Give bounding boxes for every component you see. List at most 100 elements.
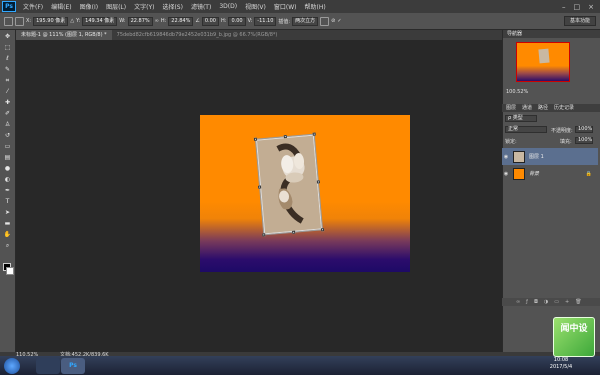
dodge-tool-icon[interactable]: ◐ [3, 176, 13, 184]
maximize-button[interactable]: □ [574, 3, 581, 11]
commit-transform-icon[interactable]: ✓ [337, 18, 341, 24]
navigator-thumbnail-layer [538, 48, 550, 64]
layer-row-background[interactable]: ◉ 背景 🔒 [502, 165, 598, 182]
transform-handle[interactable] [283, 135, 287, 139]
brush-tool-icon[interactable]: ✐ [3, 110, 13, 118]
eraser-tool-icon[interactable]: ▭ [3, 143, 13, 151]
y-label: Y: [76, 18, 81, 24]
fill-input[interactable]: 100% [575, 137, 593, 144]
menu-layer[interactable]: 图层(L) [102, 2, 130, 11]
taskbar-photoshop-icon[interactable]: Ps [61, 358, 85, 374]
tab-layers[interactable]: 图层 [506, 104, 516, 112]
healing-tool-icon[interactable]: ✚ [3, 99, 13, 107]
fx-icon[interactable]: ƒ [526, 298, 528, 306]
link-layers-icon[interactable]: ∞ [516, 298, 520, 306]
stamp-tool-icon[interactable]: ♙ [3, 121, 13, 129]
h-skew-input[interactable]: 0.00 [228, 16, 246, 26]
quick-select-tool-icon[interactable]: ✎ [3, 66, 13, 74]
shape-tool-icon[interactable]: ▬ [3, 220, 13, 228]
opacity-input[interactable]: 100% [575, 126, 593, 133]
transform-handle[interactable] [320, 228, 325, 232]
navigator-preview[interactable] [516, 42, 570, 82]
blend-mode-select[interactable]: 正常 [505, 126, 547, 133]
x-input[interactable]: 195.90 像素 [33, 16, 69, 26]
reference-point-icon[interactable] [15, 16, 24, 26]
clock-time: 10:08 [553, 357, 569, 363]
menu-window[interactable]: 窗口(W) [270, 2, 301, 11]
tools-panel: ✥ ⬚ ℓ ✎ ⌗ ⁄ ✚ ✐ ♙ ↺ ▭ ▤ ● ◐ ✒ T ➤ ▬ ✋ ⌕ [0, 30, 16, 352]
menu-edit[interactable]: 编辑(E) [47, 2, 75, 11]
delete-layer-icon[interactable]: 🗑 [575, 298, 581, 306]
transform-handle[interactable] [257, 185, 262, 189]
system-clock: 10:08 2017/5/4 [540, 357, 582, 371]
minimize-button[interactable]: – [562, 3, 566, 11]
history-brush-tool-icon[interactable]: ↺ [3, 132, 13, 140]
menu-3d[interactable]: 3D(D) [215, 3, 241, 10]
transform-bounding-box[interactable] [253, 132, 325, 237]
layer-thumbnail [513, 167, 525, 180]
navigator-panel-title[interactable]: 导航器 [503, 30, 600, 38]
new-layer-icon[interactable]: + [565, 298, 569, 306]
eyedropper-tool-icon[interactable]: ⁄ [3, 88, 13, 96]
cancel-transform-icon[interactable]: ⊘ [331, 18, 335, 24]
marquee-tool-icon[interactable]: ⬚ [3, 44, 13, 52]
tab-paths[interactable]: 路径 [538, 104, 548, 112]
menu-type[interactable]: 文字(Y) [130, 2, 158, 11]
tab-channels[interactable]: 通道 [522, 104, 532, 112]
layer-row-layer-1[interactable]: ◉ 图层 1 [502, 148, 598, 165]
blur-tool-icon[interactable]: ● [3, 165, 13, 173]
pen-tool-icon[interactable]: ✒ [3, 187, 13, 195]
background-color-swatch[interactable] [6, 267, 14, 275]
menu-help[interactable]: 帮助(H) [301, 2, 330, 11]
layer-name[interactable]: 图层 1 [529, 153, 544, 160]
menu-filter[interactable]: 滤镜(T) [187, 2, 215, 11]
w-label: W: [119, 18, 126, 24]
width-input[interactable]: 22.87% [127, 16, 153, 26]
fill-label: 填充: [560, 139, 572, 145]
v-skew-input[interactable]: -11.10 [254, 16, 277, 26]
zoom-tool-icon[interactable]: ⌕ [3, 242, 13, 250]
visibility-eye-icon[interactable]: ◉ [502, 171, 510, 177]
h-skew-label: H: [221, 18, 227, 24]
navigator-zoom[interactable]: 100.52% [506, 89, 596, 97]
warp-icon[interactable] [320, 16, 330, 26]
visibility-eye-icon[interactable]: ◉ [502, 154, 510, 160]
type-tool-icon[interactable]: T [3, 198, 13, 206]
menu-image[interactable]: 图像(I) [76, 2, 102, 11]
tab-history[interactable]: 历史记录 [554, 104, 574, 112]
group-icon[interactable]: ▭ [554, 298, 559, 306]
gradient-tool-icon[interactable]: ▤ [3, 154, 13, 162]
move-tool-icon[interactable]: ✥ [3, 33, 13, 41]
angle-input[interactable]: 0.00 [201, 16, 219, 26]
transform-handle[interactable] [262, 233, 266, 237]
layer-name[interactable]: 背景 [529, 170, 539, 177]
transform-handle[interactable] [253, 137, 258, 141]
photoshop-logo: Ps [2, 1, 16, 12]
menu-file[interactable]: 文件(F) [19, 2, 47, 11]
crop-tool-icon[interactable]: ⌗ [3, 77, 13, 85]
lasso-tool-icon[interactable]: ℓ [3, 55, 13, 63]
y-input[interactable]: 149.34 像素 [82, 16, 118, 26]
workspace-switcher[interactable]: 基本功能 [563, 16, 596, 26]
tab-jpg-document[interactable]: 75debd82cfb619846db79e2452e031b9_b.jpg @… [112, 30, 283, 40]
add-mask-icon[interactable]: ◘ [534, 298, 538, 306]
path-select-tool-icon[interactable]: ➤ [3, 209, 13, 217]
transform-handle[interactable] [316, 180, 321, 184]
start-button[interactable] [4, 358, 20, 374]
adjustment-icon[interactable]: ◑ [544, 298, 548, 306]
opacity-label: 不透明度: [551, 128, 573, 134]
h-label: H: [160, 18, 167, 24]
hand-tool-icon[interactable]: ✋ [3, 231, 13, 239]
transform-handle[interactable] [292, 230, 296, 234]
transform-handle[interactable] [312, 132, 316, 136]
menu-view[interactable]: 视图(V) [241, 2, 270, 11]
relative-icon[interactable]: △ [70, 18, 74, 24]
layer-kind-filter[interactable]: ρ 类型 [505, 115, 537, 122]
height-input[interactable]: 22.84% [168, 16, 194, 26]
tab-untitled-1[interactable]: 未标题-1 @ 111% (图层 1, RGB/8) * [16, 30, 112, 40]
menu-select[interactable]: 选择(S) [158, 2, 187, 11]
link-icon[interactable]: ∞ [155, 18, 159, 24]
interpolation-select[interactable]: 两次立方 [292, 16, 319, 26]
taskbar-explorer-icon[interactable] [36, 358, 60, 374]
close-button[interactable]: × [588, 3, 594, 11]
